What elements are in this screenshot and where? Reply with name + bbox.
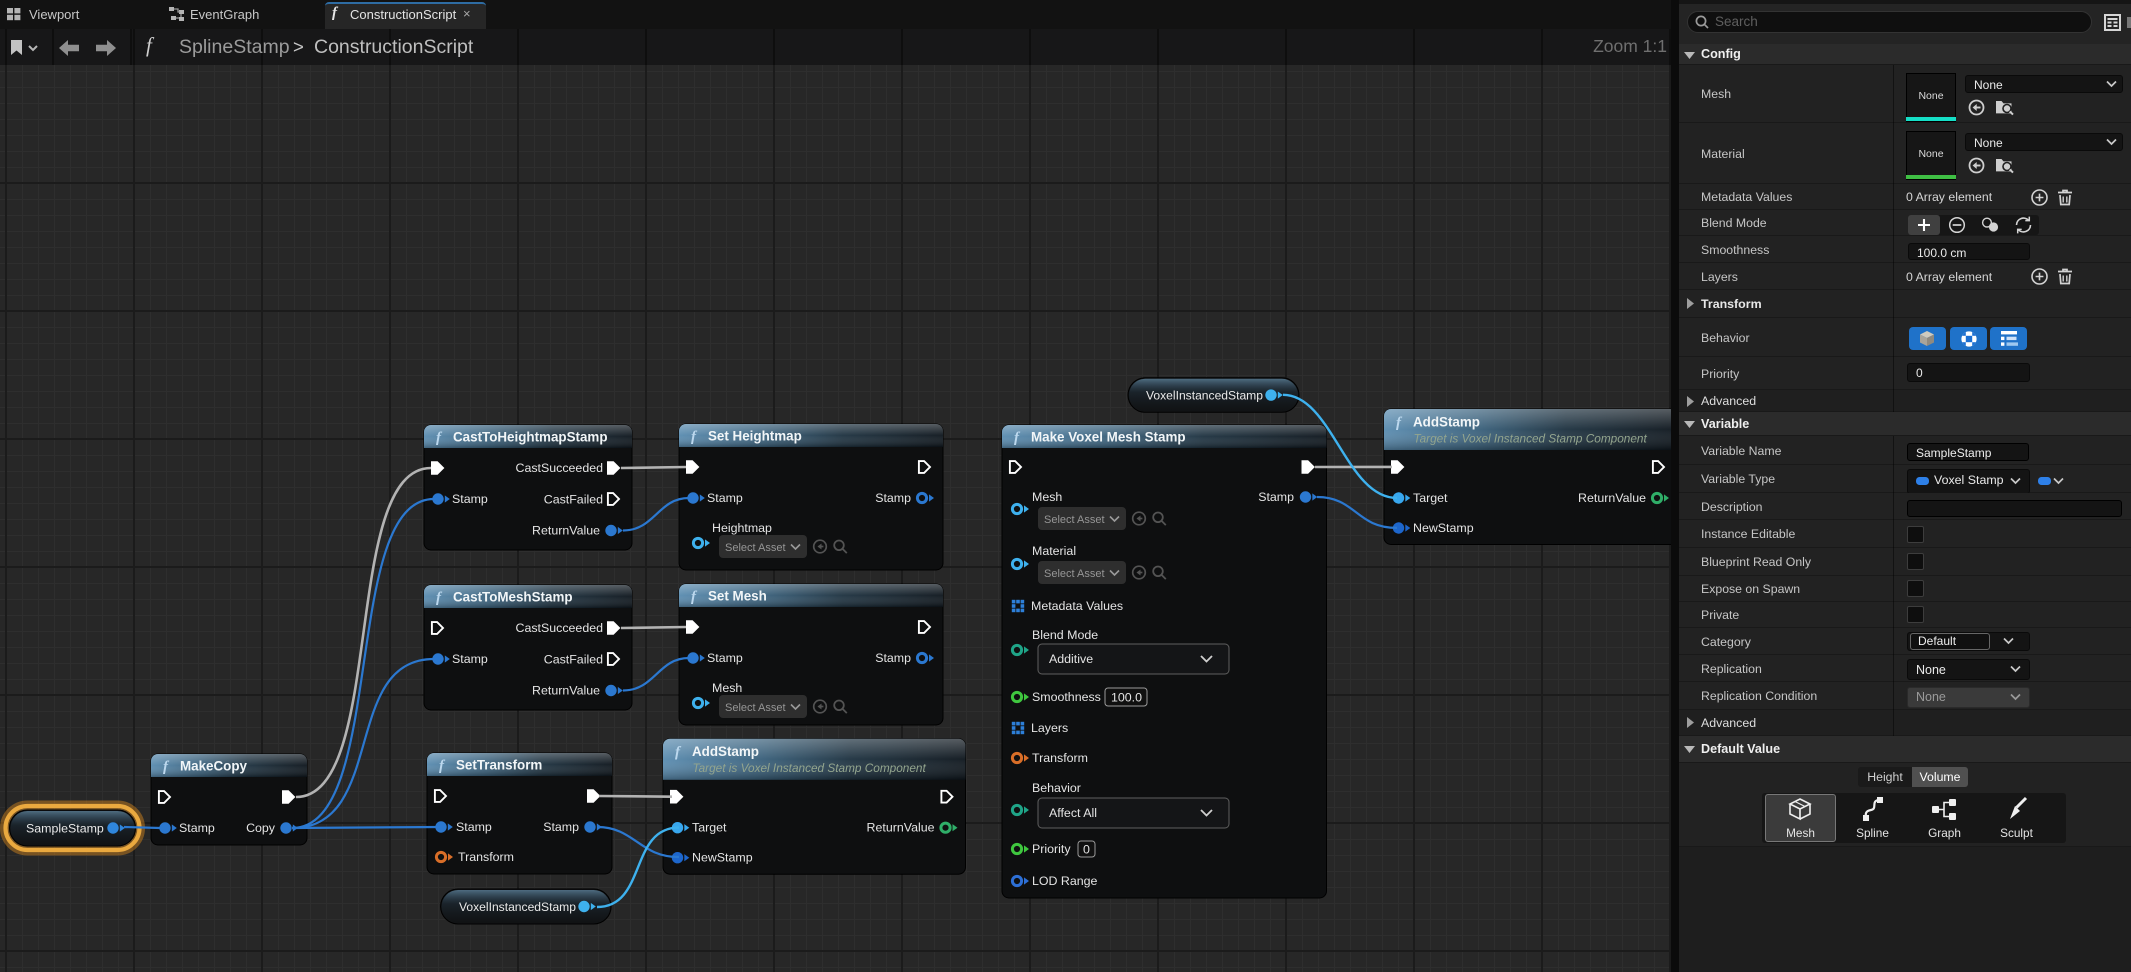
svg-text:Stamp: Stamp: [1258, 490, 1294, 504]
svg-text:VoxelInstancedStamp: VoxelInstancedStamp: [1146, 389, 1263, 403]
svg-text:SetTransform: SetTransform: [456, 758, 542, 773]
svg-text:Transform: Transform: [458, 850, 514, 864]
svg-text:Affect All: Affect All: [1049, 806, 1097, 820]
svg-text:Select Asset: Select Asset: [725, 702, 786, 714]
svg-text:ReturnValue: ReturnValue: [867, 821, 935, 835]
svg-text:ReturnValue: ReturnValue: [532, 684, 600, 698]
svg-text:Target is Voxel Instanced Stam: Target is Voxel Instanced Stamp Componen…: [1414, 432, 1648, 446]
svg-text:CastFailed: CastFailed: [544, 653, 603, 667]
svg-text:Stamp: Stamp: [179, 821, 215, 835]
svg-text:AddStamp: AddStamp: [1413, 415, 1480, 430]
svg-text:Set Heightmap: Set Heightmap: [708, 429, 802, 444]
svg-text:Stamp: Stamp: [456, 820, 492, 834]
svg-text:Stamp: Stamp: [875, 651, 911, 665]
svg-text:NewStamp: NewStamp: [1413, 521, 1474, 535]
svg-text:Select Asset: Select Asset: [1044, 514, 1105, 526]
svg-text:Heightmap: Heightmap: [712, 521, 772, 535]
svg-text:Behavior: Behavior: [1032, 781, 1081, 795]
svg-text:Blend Mode: Blend Mode: [1032, 628, 1098, 642]
svg-text:Target: Target: [692, 821, 727, 835]
svg-text:Stamp: Stamp: [707, 491, 743, 505]
svg-text:Material: Material: [1032, 544, 1076, 558]
svg-text:Stamp: Stamp: [452, 492, 488, 506]
svg-text:Stamp: Stamp: [875, 491, 911, 505]
svg-text:Additive: Additive: [1049, 652, 1093, 666]
svg-text:LOD Range: LOD Range: [1032, 874, 1098, 888]
svg-text:Stamp: Stamp: [543, 820, 579, 834]
svg-text:100.0: 100.0: [1111, 691, 1142, 705]
svg-text:Smoothness: Smoothness: [1032, 690, 1101, 704]
svg-text:Set Mesh: Set Mesh: [708, 589, 767, 604]
svg-text:Transform: Transform: [1032, 751, 1088, 765]
svg-text:CastFailed: CastFailed: [544, 493, 603, 507]
svg-text:VoxelInstancedStamp: VoxelInstancedStamp: [459, 900, 576, 914]
svg-text:NewStamp: NewStamp: [692, 851, 753, 865]
svg-text:Layers: Layers: [1031, 721, 1068, 735]
svg-text:Priority: Priority: [1032, 842, 1071, 856]
svg-text:Stamp: Stamp: [452, 652, 488, 666]
svg-text:Target is Voxel Instanced Stam: Target is Voxel Instanced Stamp Componen…: [693, 761, 927, 775]
svg-text:CastSucceeded: CastSucceeded: [516, 461, 604, 475]
svg-text:CastToHeightmapStamp: CastToHeightmapStamp: [453, 430, 608, 445]
svg-text:AddStamp: AddStamp: [692, 744, 759, 759]
svg-text:Stamp: Stamp: [707, 651, 743, 665]
svg-text:Copy: Copy: [246, 821, 276, 835]
svg-text:MakeCopy: MakeCopy: [180, 759, 248, 774]
svg-text:Target: Target: [1413, 491, 1448, 505]
svg-text:Mesh: Mesh: [712, 681, 742, 695]
svg-text:ReturnValue: ReturnValue: [532, 524, 600, 538]
svg-text:Select Asset: Select Asset: [725, 542, 786, 554]
svg-text:0: 0: [1083, 843, 1090, 857]
svg-text:SampleStamp: SampleStamp: [26, 822, 104, 836]
svg-text:CastToMeshStamp: CastToMeshStamp: [453, 590, 573, 605]
svg-text:Make Voxel Mesh Stamp: Make Voxel Mesh Stamp: [1031, 430, 1186, 445]
svg-text:ReturnValue: ReturnValue: [1578, 491, 1646, 505]
svg-text:Select Asset: Select Asset: [1044, 568, 1105, 580]
svg-text:Metadata Values: Metadata Values: [1031, 599, 1123, 613]
svg-text:Mesh: Mesh: [1032, 490, 1062, 504]
svg-text:CastSucceeded: CastSucceeded: [516, 621, 604, 635]
